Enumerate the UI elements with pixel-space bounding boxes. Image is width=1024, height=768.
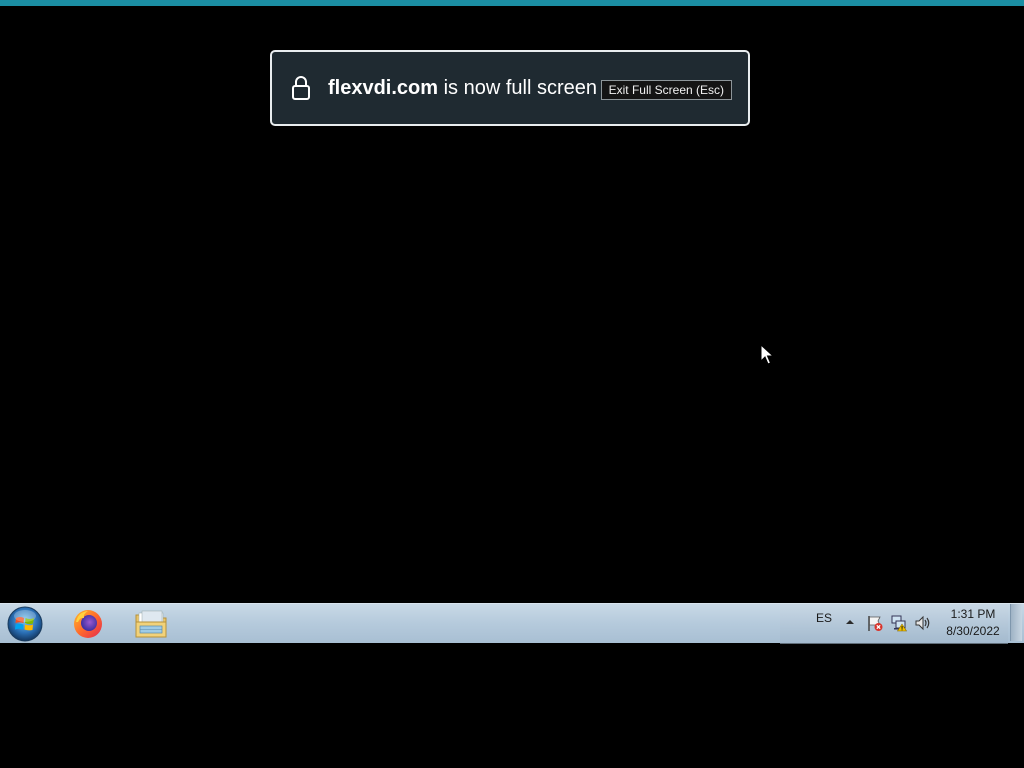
fullscreen-message-suffix: is now full screen [438, 76, 598, 99]
network-icon[interactable] [890, 614, 908, 632]
lock-icon [290, 75, 312, 101]
top-accent-strip [0, 0, 1024, 6]
clock-time: 1:31 PM [950, 607, 996, 621]
system-clock[interactable]: 1:31 PM 8/30/2022 [940, 606, 1006, 640]
firefox-icon [74, 610, 102, 638]
fullscreen-message: flexvdi.com is now full screen [328, 77, 597, 100]
fullscreen-notification: flexvdi.com is now full screen Exit Full… [270, 50, 750, 126]
volume-icon[interactable] [914, 614, 932, 632]
windows-start-icon [7, 606, 43, 642]
start-button[interactable] [6, 605, 44, 643]
action-center-flag-icon[interactable] [866, 614, 884, 632]
exit-fullscreen-button[interactable]: Exit Full Screen (Esc) [600, 80, 732, 100]
clock-date: 8/30/2022 [946, 624, 1000, 638]
fullscreen-domain: flexvdi.com [328, 76, 439, 99]
mouse-pointer-icon [760, 344, 774, 365]
show-desktop-button[interactable] [1010, 604, 1022, 641]
language-indicator[interactable]: ES [816, 611, 832, 625]
folder-icon [135, 610, 167, 638]
desktop-screen: flexvdi.com is now full screen Exit Full… [0, 0, 1024, 768]
taskbar-explorer-button[interactable] [131, 606, 171, 642]
taskbar-firefox-button[interactable] [68, 606, 108, 642]
show-hidden-icons-arrow-icon[interactable] [844, 617, 856, 627]
